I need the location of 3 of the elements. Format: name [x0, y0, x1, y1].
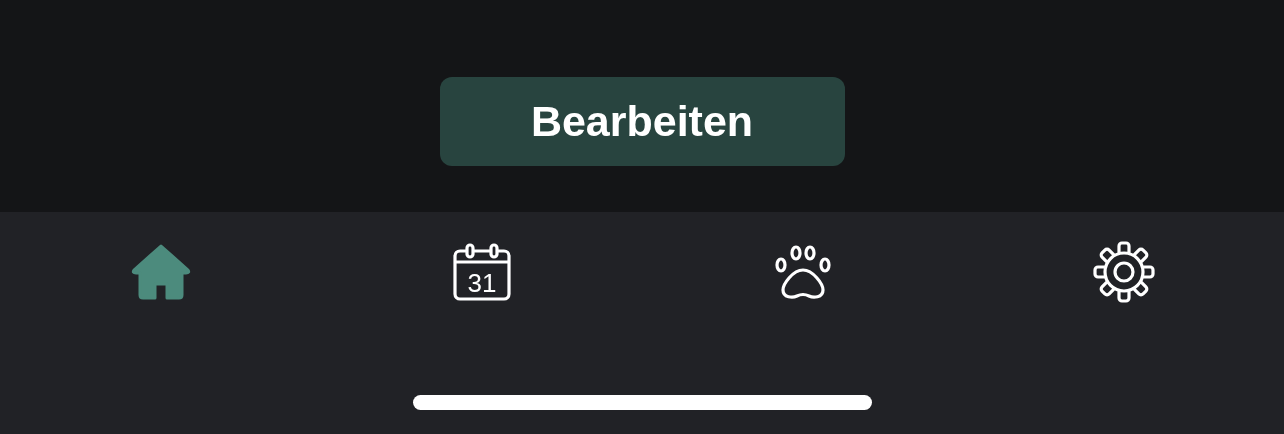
edit-button[interactable]: Bearbeiten [439, 77, 845, 166]
tab[interactable]: 31 [321, 240, 642, 304]
settings-icon [1091, 240, 1156, 304]
